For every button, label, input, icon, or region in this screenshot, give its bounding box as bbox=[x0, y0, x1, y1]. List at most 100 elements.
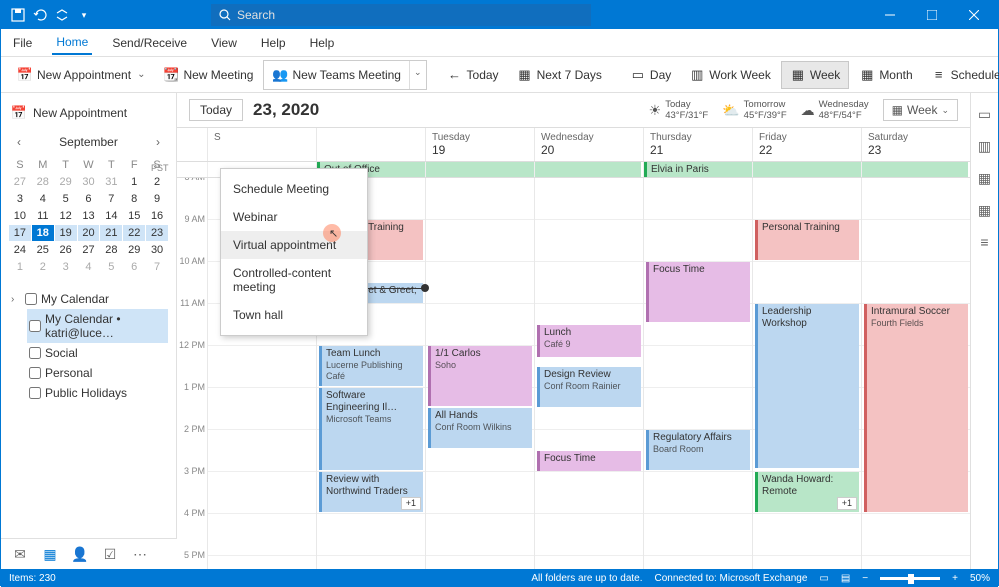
calendar-event[interactable]: Focus Time bbox=[646, 262, 750, 322]
checkbox[interactable] bbox=[29, 367, 41, 379]
minimize-button[interactable] bbox=[870, 1, 910, 29]
mini-cal-day[interactable]: 27 bbox=[78, 242, 100, 258]
undo-icon[interactable] bbox=[33, 8, 47, 22]
calendar-event[interactable]: Personal Training bbox=[755, 220, 859, 260]
mini-cal-day[interactable]: 1 bbox=[123, 174, 145, 190]
more-badge[interactable]: +1 bbox=[837, 497, 857, 510]
search-box[interactable] bbox=[211, 4, 591, 26]
mini-cal-day[interactable]: 29 bbox=[123, 242, 145, 258]
mini-cal-day[interactable]: 6 bbox=[78, 191, 100, 207]
month-button[interactable]: ▦Month bbox=[851, 61, 920, 89]
mini-cal-day[interactable]: 25 bbox=[32, 242, 54, 258]
menu-view[interactable]: View bbox=[207, 32, 241, 54]
day-button[interactable]: ▭Day bbox=[622, 61, 679, 89]
mini-cal-day[interactable]: 10 bbox=[9, 208, 31, 224]
menu-home[interactable]: Home bbox=[52, 31, 92, 55]
mini-cal-day[interactable]: 26 bbox=[55, 242, 77, 258]
tree-item[interactable]: Public Holidays bbox=[27, 383, 168, 403]
mini-cal-day[interactable]: 7 bbox=[146, 259, 168, 275]
checkbox[interactable] bbox=[25, 293, 37, 305]
mini-cal-day[interactable]: 20 bbox=[78, 225, 100, 241]
dropdown-option[interactable]: Virtual appointment bbox=[221, 231, 367, 259]
dropdown-option[interactable]: Controlled-content meeting bbox=[221, 259, 367, 301]
mini-cal-day[interactable]: 28 bbox=[100, 242, 122, 258]
more-badge[interactable]: +1 bbox=[401, 497, 421, 510]
mini-cal-day[interactable]: 4 bbox=[78, 259, 100, 275]
mini-cal-day[interactable]: 12 bbox=[55, 208, 77, 224]
today-jump-button[interactable]: Today bbox=[189, 99, 243, 121]
today-button[interactable]: ←Today bbox=[439, 61, 507, 89]
day-header[interactable]: Wednesday20 bbox=[534, 128, 643, 161]
day-header[interactable]: Thursday21 bbox=[643, 128, 752, 161]
mini-cal-day[interactable]: 4 bbox=[32, 191, 54, 207]
new-appointment-button[interactable]: 📅New Appointment bbox=[9, 61, 153, 89]
teams-dropdown-arrow[interactable]: ⌄ bbox=[409, 61, 426, 89]
mini-cal-day[interactable]: 21 bbox=[100, 225, 122, 241]
rail-week-icon[interactable]: ▦ bbox=[976, 169, 994, 187]
mini-cal-day[interactable]: 6 bbox=[123, 259, 145, 275]
work-week-button[interactable]: ▥Work Week bbox=[681, 61, 779, 89]
mail-icon[interactable]: ✉ bbox=[11, 545, 29, 563]
mini-cal-day[interactable]: 9 bbox=[146, 191, 168, 207]
calendar-event[interactable]: LunchCafé 9 bbox=[537, 325, 641, 357]
calendar-event[interactable]: Leadership Workshop bbox=[755, 304, 859, 468]
day-column[interactable]: Personal Training Leadership WorkshopWand… bbox=[752, 178, 861, 569]
more-icon[interactable]: ⋯ bbox=[131, 545, 149, 563]
mini-cal-day[interactable]: 18 bbox=[32, 225, 54, 241]
calendar-event[interactable]: Software Engineering Il…Microsoft Teams bbox=[319, 388, 423, 470]
mini-cal-day[interactable]: 30 bbox=[78, 174, 100, 190]
people-icon[interactable]: 👤 bbox=[71, 545, 89, 563]
send-receive-icon[interactable] bbox=[55, 8, 69, 22]
day-header[interactable]: S bbox=[207, 128, 316, 161]
calendar-event[interactable]: All HandsConf Room Wilkins bbox=[428, 408, 532, 448]
day-column[interactable]: Intramural SoccerFourth Fields bbox=[861, 178, 970, 569]
calendar-event[interactable]: Focus Time bbox=[537, 451, 641, 471]
tree-item[interactable]: Social bbox=[27, 343, 168, 363]
day-header[interactable] bbox=[316, 128, 425, 161]
mini-cal-day[interactable]: 3 bbox=[55, 259, 77, 275]
day-column[interactable]: LunchCafé 9Design ReviewConf Room Rainie… bbox=[534, 178, 643, 569]
mini-cal-day[interactable]: 27 bbox=[9, 174, 31, 190]
day-column[interactable]: 1/1 CarlosSohoAll HandsConf Room Wilkins bbox=[425, 178, 534, 569]
day-header[interactable]: Tuesday19 bbox=[425, 128, 534, 161]
view-normal-icon[interactable]: ▭ bbox=[819, 573, 828, 584]
mini-cal-day[interactable]: 15 bbox=[123, 208, 145, 224]
rail-schedule-icon[interactable]: ≡ bbox=[976, 233, 994, 251]
menu-file[interactable]: File bbox=[9, 32, 36, 54]
calendar-event[interactable]: 1/1 CarlosSoho bbox=[428, 346, 532, 406]
mini-cal-day[interactable]: 8 bbox=[123, 191, 145, 207]
zoom-slider[interactable] bbox=[880, 577, 940, 580]
menu-help[interactable]: Help bbox=[257, 32, 290, 54]
mini-cal-day[interactable]: 11 bbox=[32, 208, 54, 224]
mini-cal-day[interactable]: 28 bbox=[32, 174, 54, 190]
dropdown-option[interactable]: Town hall bbox=[221, 301, 367, 329]
mini-cal-day[interactable]: 1 bbox=[9, 259, 31, 275]
mini-cal-day[interactable]: 3 bbox=[9, 191, 31, 207]
mini-cal-day[interactable]: 24 bbox=[9, 242, 31, 258]
mini-cal-day[interactable]: 5 bbox=[55, 191, 77, 207]
calendar-event[interactable]: Wanda Howard: Remote+1 bbox=[755, 472, 859, 512]
tree-item[interactable]: Personal bbox=[27, 363, 168, 383]
mini-cal-day[interactable]: 14 bbox=[100, 208, 122, 224]
zoom-out-icon[interactable]: − bbox=[862, 573, 868, 584]
mini-cal-day[interactable]: 31 bbox=[100, 174, 122, 190]
calendar-event[interactable]: Team LunchLucerne Publishing Café bbox=[319, 346, 423, 386]
new-teams-meeting-button[interactable]: 👥New Teams Meeting bbox=[264, 61, 409, 89]
view-selector[interactable]: ▦ Week ⌄ bbox=[883, 99, 958, 121]
calendar-event[interactable]: Review with Northwind Traders+1 bbox=[319, 472, 423, 512]
calendar-event[interactable]: Regulatory AffairsBoard Room bbox=[646, 430, 750, 470]
chevron-right-icon[interactable]: › bbox=[11, 294, 21, 305]
day-column[interactable]: Focus Time Regulatory AffairsBoard Room bbox=[643, 178, 752, 569]
prev-month-button[interactable]: ‹ bbox=[15, 133, 23, 151]
checkbox[interactable] bbox=[29, 347, 41, 359]
dropdown-option[interactable]: Schedule Meeting bbox=[221, 175, 367, 203]
sidebar-new-appointment[interactable]: 📅 New Appointment bbox=[9, 101, 168, 125]
tree-root[interactable]: › My Calendar bbox=[9, 289, 168, 309]
dropdown-option[interactable]: Webinar bbox=[221, 203, 367, 231]
rail-month-icon[interactable]: ▦ bbox=[976, 201, 994, 219]
checkbox[interactable] bbox=[29, 320, 41, 332]
calendar-event[interactable]: Intramural SoccerFourth Fields bbox=[864, 304, 968, 512]
mini-cal-day[interactable]: 19 bbox=[55, 225, 77, 241]
mini-cal-day[interactable]: 23 bbox=[146, 225, 168, 241]
mini-cal-day[interactable]: 22 bbox=[123, 225, 145, 241]
